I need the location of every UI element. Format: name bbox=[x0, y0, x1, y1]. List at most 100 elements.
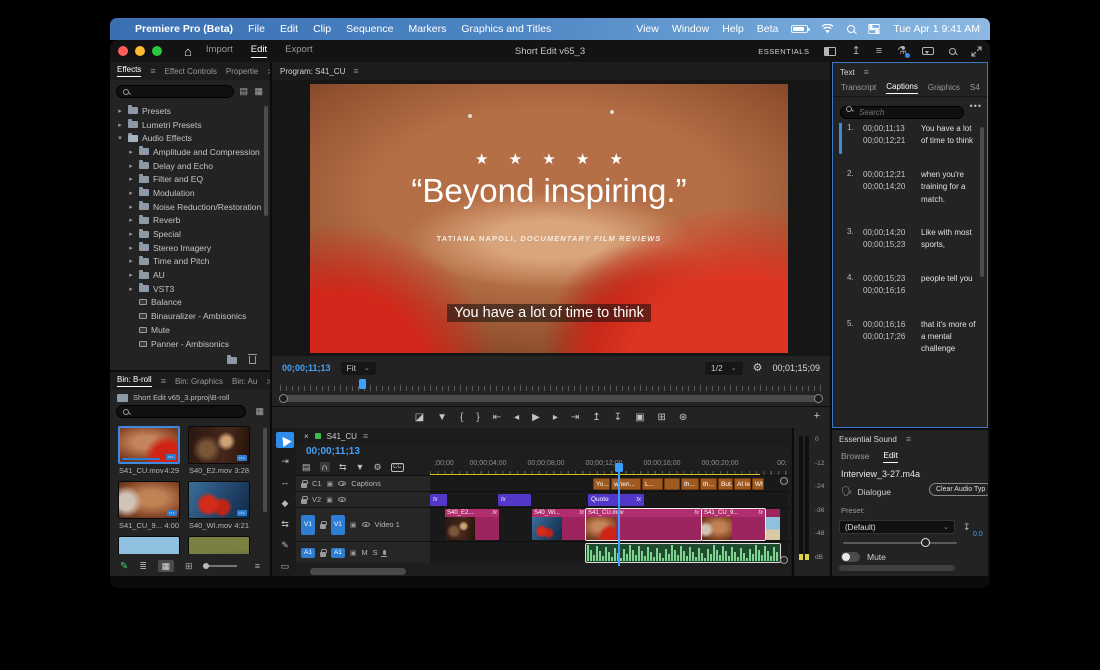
save-preset-icon[interactable]: ↧ bbox=[963, 522, 971, 533]
scroll-handle-bottom[interactable] bbox=[780, 556, 788, 564]
bin-clip[interactable]: •••S41_CU_9...4:00 bbox=[118, 481, 180, 530]
twirl-icon[interactable]: ▸ bbox=[127, 175, 135, 183]
tree-item[interactable]: ▸Delay and Echo bbox=[110, 159, 270, 173]
twirl-icon[interactable]: ▾ bbox=[116, 134, 124, 142]
menu-item-clip[interactable]: Clip bbox=[313, 23, 331, 35]
lift-icon[interactable]: ↥ bbox=[592, 413, 600, 423]
menu-item-beta[interactable]: Beta bbox=[757, 23, 779, 35]
slider-knob[interactable] bbox=[921, 538, 930, 547]
lock-icon[interactable] bbox=[301, 483, 307, 488]
video-clip[interactable]: S40_E2...fx bbox=[445, 509, 499, 540]
twirl-icon[interactable]: ▸ bbox=[127, 271, 135, 279]
play-icon[interactable]: ▶ bbox=[532, 413, 540, 423]
caption-clip[interactable]: At le... bbox=[734, 478, 751, 490]
twirl-icon[interactable]: ▸ bbox=[127, 148, 135, 156]
captions-scrollbar[interactable] bbox=[980, 127, 984, 277]
add-marker-icon[interactable]: ▼ bbox=[356, 462, 365, 472]
voiceover-record-icon[interactable] bbox=[383, 550, 386, 555]
track-target[interactable]: A1 bbox=[331, 548, 345, 558]
tab-s4[interactable]: S4 bbox=[970, 83, 980, 92]
bin-clip[interactable]: •••S40_WI.mov4:21 bbox=[188, 481, 250, 530]
razor-tool[interactable]: ◆ bbox=[276, 495, 294, 511]
ripple-edit-tool[interactable]: ↔ bbox=[276, 474, 294, 490]
timeline-playhead[interactable] bbox=[618, 472, 620, 566]
video-clip[interactable]: S41_CU.movfx bbox=[586, 509, 701, 540]
preset-dropdown[interactable]: (Default)⌄ bbox=[839, 520, 955, 534]
menu-item-graphics-and-titles[interactable]: Graphics and Titles bbox=[461, 23, 551, 35]
twirl-icon[interactable]: ▸ bbox=[127, 162, 135, 170]
track-output-icon[interactable] bbox=[338, 497, 346, 502]
tree-item[interactable]: ▾Audio Effects bbox=[110, 131, 270, 145]
tab-effect-controls[interactable]: Effect Controls bbox=[165, 67, 217, 76]
icon-view-icon[interactable]: ▦ bbox=[158, 560, 174, 572]
caption-text[interactable]: that it's more of a mental challenge bbox=[921, 319, 979, 356]
nav-tab-import[interactable]: Import bbox=[206, 44, 233, 58]
export-frame-icon[interactable]: ▣ bbox=[635, 413, 644, 423]
twirl-icon[interactable]: ▸ bbox=[127, 230, 135, 238]
mute-button[interactable]: M bbox=[362, 548, 368, 557]
rectangle-tool[interactable]: ▭ bbox=[276, 558, 294, 574]
menu-item-sequence[interactable]: Sequence bbox=[346, 23, 393, 35]
caption-clip[interactable]: But... bbox=[718, 478, 733, 490]
tab-effects[interactable]: Effects bbox=[117, 65, 141, 77]
search-icon[interactable] bbox=[949, 48, 956, 55]
tree-item[interactable]: ▸Time and Pitch bbox=[110, 255, 270, 269]
twirl-icon[interactable]: ▸ bbox=[116, 121, 124, 129]
tree-item[interactable]: ▸Stereo Imagery bbox=[110, 241, 270, 255]
twirl-icon[interactable]: ▸ bbox=[127, 257, 135, 265]
comments-icon[interactable] bbox=[922, 47, 934, 55]
video-clip[interactable]: S41_CU_9...fx bbox=[702, 509, 765, 540]
tree-item[interactable]: ▸Filter and EQ bbox=[110, 172, 270, 186]
home-icon[interactable]: ⌂ bbox=[184, 44, 192, 59]
twirl-icon[interactable]: ▸ bbox=[127, 203, 135, 211]
caption-clip[interactable]: L... bbox=[642, 478, 663, 490]
tab-propertie[interactable]: Propertie bbox=[226, 67, 258, 76]
go-to-out-icon[interactable]: ⇥ bbox=[571, 413, 579, 423]
effects-search-input[interactable] bbox=[116, 85, 234, 98]
level-slider[interactable] bbox=[843, 542, 957, 544]
overflow-tabs-icon[interactable]: ≫ bbox=[267, 67, 270, 76]
go-to-in-icon[interactable]: ⇤ bbox=[493, 413, 501, 423]
program-timecode[interactable]: 00;00;11;13 bbox=[282, 363, 331, 373]
filter-bin-icon[interactable]: ▦ bbox=[255, 406, 264, 417]
progress-dashboard-icon[interactable]: ≡ bbox=[876, 46, 882, 57]
automate-pen-icon[interactable]: ✎ bbox=[120, 561, 128, 572]
track-output-icon[interactable] bbox=[338, 481, 346, 486]
captions-toggle-icon[interactable]: CC bbox=[391, 463, 405, 472]
caption-clip[interactable]: th... bbox=[700, 478, 717, 490]
menubar-app-name[interactable]: Premiere Pro (Beta) bbox=[135, 23, 233, 35]
thumbnail-zoom-slider[interactable] bbox=[203, 565, 237, 567]
selection-tool[interactable] bbox=[276, 432, 294, 448]
add-marker-icon[interactable]: ▼ bbox=[437, 413, 447, 423]
clip-thumbnail[interactable]: ••• bbox=[188, 481, 250, 519]
bin-scrollbar[interactable] bbox=[263, 428, 267, 512]
caption-clip[interactable]: when... bbox=[611, 478, 641, 490]
track-target[interactable]: C1 bbox=[312, 479, 322, 488]
bin-search-input[interactable] bbox=[116, 405, 246, 418]
caption-list-item[interactable]: 2.00;00;12;2100;00;14;20when you're trai… bbox=[839, 169, 979, 206]
track-content[interactable] bbox=[430, 542, 788, 563]
track-header[interactable]: V2▣ bbox=[296, 492, 430, 507]
graphic-clip[interactable]: fx bbox=[498, 494, 531, 506]
caption-list-item[interactable]: 5.00;00;16;1600;00;17;26that it's more o… bbox=[839, 319, 979, 356]
track-target[interactable]: V2 bbox=[312, 495, 321, 504]
mute-toggle[interactable] bbox=[841, 552, 860, 562]
tree-item[interactable]: ▸Reverb bbox=[110, 214, 270, 228]
sort-icons-icon[interactable]: ≡ bbox=[255, 561, 260, 571]
tree-item[interactable]: Balance bbox=[110, 296, 270, 310]
wifi-icon[interactable] bbox=[821, 24, 834, 34]
extract-icon[interactable]: ↧ bbox=[614, 413, 622, 423]
program-scrubber[interactable] bbox=[280, 381, 822, 391]
twirl-icon[interactable]: ▸ bbox=[116, 107, 124, 115]
more-options-icon[interactable]: ••• bbox=[970, 101, 982, 111]
source-patch[interactable]: A1 bbox=[301, 548, 315, 558]
zoom-window-button[interactable] bbox=[152, 46, 162, 56]
tree-item[interactable]: ▸Amplitude and Compression bbox=[110, 145, 270, 159]
caption-list-item[interactable]: 1.00;00;11;1300;00;12;21You have a lot o… bbox=[839, 123, 979, 148]
caption-clip[interactable] bbox=[664, 478, 680, 490]
panel-menu-icon[interactable]: ≡ bbox=[150, 66, 155, 76]
twirl-icon[interactable]: ▸ bbox=[127, 285, 135, 293]
list-view-icon[interactable]: ≣ bbox=[139, 561, 147, 572]
bin-clip[interactable] bbox=[188, 536, 250, 554]
track-content[interactable]: fxfxQuotefx bbox=[430, 492, 788, 507]
